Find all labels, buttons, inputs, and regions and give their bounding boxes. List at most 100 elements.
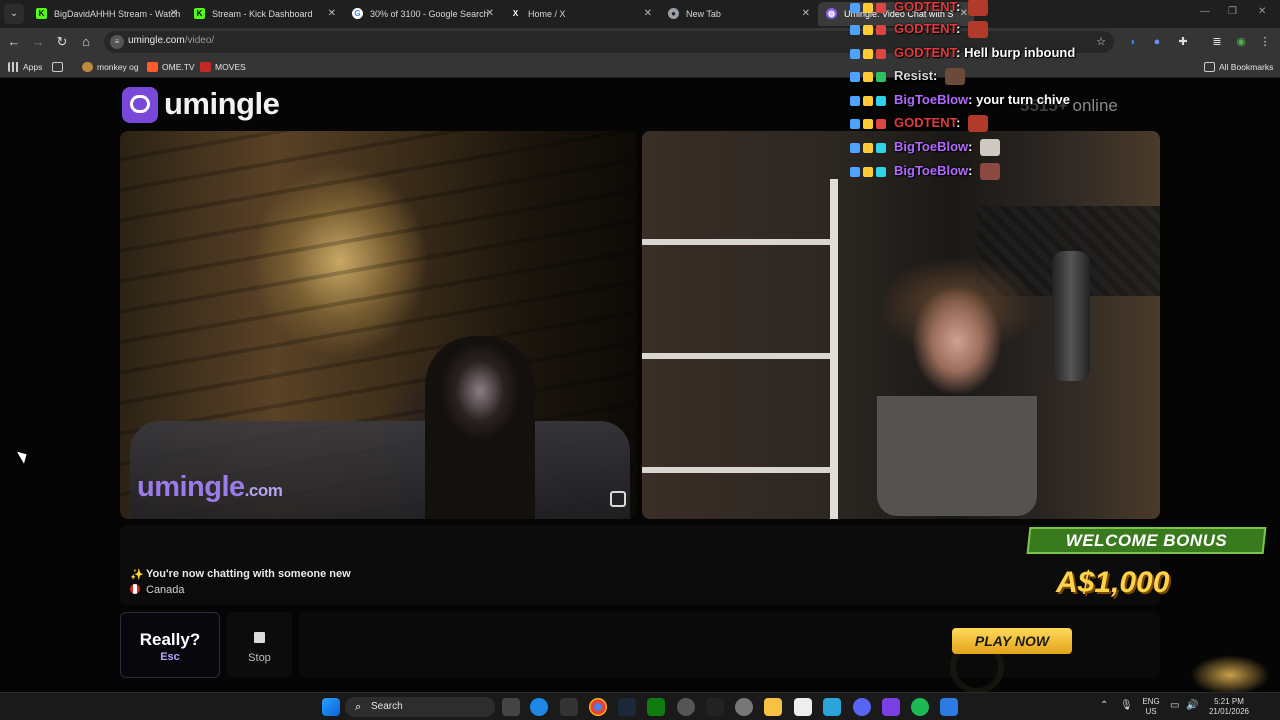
chat-emote-icon — [980, 163, 1001, 181]
status-new-chat: ✨ You're now chatting with someone new — [130, 568, 351, 581]
url-text[interactable]: umingle.com/video/ — [128, 35, 214, 46]
network-icon[interactable]: ▭ — [1170, 701, 1179, 711]
windows-start-icon[interactable] — [322, 698, 340, 716]
close-tab-icon[interactable]: ✕ — [170, 2, 178, 26]
chat-emote-icon — [944, 68, 965, 86]
all-bookmarks-button[interactable]: All Bookmarks — [1204, 60, 1273, 74]
close-tab-icon[interactable]: ✕ — [644, 2, 652, 26]
casino-ad-overlay[interactable]: WELCOME BONUS A$1,000 PLAY NOW — [940, 525, 1280, 695]
taskbar-search[interactable]: ⌕ Search — [345, 697, 495, 717]
profile-avatar-icon[interactable]: ◉ — [1234, 35, 1248, 49]
bookmark-grid[interactable] — [52, 60, 67, 74]
chat-username[interactable]: BigToeBlow — [894, 92, 968, 107]
tab-bigdavid-stream[interactable]: K BigDavidAHHH Stream - Watch ✕ — [28, 2, 184, 26]
bookmark-moves[interactable]: MOVES — [200, 60, 246, 74]
windows-taskbar: ⌕ Search ⌃ 🎙 ENG US ▭ 🔊 5:21 PM 21/01/2026 — [0, 692, 1280, 720]
site-info-icon[interactable]: ≡ — [110, 35, 124, 49]
chat-message: GODTENT: — [850, 20, 989, 39]
edge-icon[interactable] — [530, 698, 548, 716]
chat-badges-icon — [850, 166, 890, 178]
chat-message: GODTENT: Hell burp inbound — [850, 44, 1075, 62]
app-icon[interactable] — [823, 698, 841, 716]
media-controls-icon[interactable]: ≣ — [1210, 35, 1224, 49]
spotify-icon[interactable] — [911, 698, 929, 716]
chat-badges-icon — [850, 2, 890, 14]
bookmark-ome-tv[interactable]: OME.TV — [147, 60, 195, 74]
chat-username[interactable]: GODTENT — [894, 45, 956, 60]
xbox-icon[interactable] — [647, 698, 665, 716]
tab-x-home[interactable]: X Home / X ✕ — [502, 2, 658, 26]
stop-button[interactable]: Stop — [227, 612, 292, 678]
grid-icon — [52, 62, 63, 72]
canada-flag-icon — [130, 584, 140, 594]
tab-google-search[interactable]: G 30% of 3100 - Google Search ✕ — [344, 2, 500, 26]
close-window-icon[interactable]: ✕ — [1258, 6, 1266, 17]
chat-message: GODTENT: — [850, 0, 989, 17]
minimize-icon[interactable]: — — [1200, 6, 1210, 17]
tab-title: Stream - Kick Dashboard — [212, 9, 313, 19]
chat-message: Resist: — [850, 67, 965, 86]
chat-username[interactable]: GODTENT — [894, 115, 956, 130]
next-really-button[interactable]: Really? Esc — [120, 612, 220, 678]
app-icon[interactable] — [794, 698, 812, 716]
app-icon[interactable] — [882, 698, 900, 716]
extension-icon[interactable]: ◗ — [1126, 35, 1140, 49]
extension-icon[interactable]: ● — [1150, 35, 1164, 49]
task-view-icon[interactable] — [502, 698, 520, 716]
kick-icon: K — [36, 8, 47, 19]
x-logo-icon: X — [512, 9, 519, 18]
discord-icon[interactable] — [853, 698, 871, 716]
close-tab-icon[interactable]: ✕ — [328, 2, 336, 26]
tab-new-tab[interactable]: ● New Tab ✕ — [660, 2, 816, 26]
ome-tv-icon — [147, 62, 158, 72]
ad-headline: WELCOME BONUS — [1026, 527, 1267, 554]
chat-username[interactable]: BigToeBlow — [894, 139, 968, 154]
clock[interactable]: 5:21 PM 21/01/2026 — [1203, 697, 1255, 717]
chat-badges-icon — [850, 48, 890, 60]
volume-icon[interactable]: 🔊 — [1186, 701, 1198, 711]
tray-overflow-icon[interactable]: ⌃ — [1100, 701, 1108, 711]
report-flag-icon[interactable] — [610, 491, 626, 507]
epic-games-icon[interactable] — [706, 698, 724, 716]
self-video — [642, 131, 1160, 519]
tab-kick-dashboard[interactable]: K Stream - Kick Dashboard ✕ — [186, 2, 342, 26]
bookmark-star-icon[interactable]: ☆ — [1094, 35, 1108, 49]
chat-username[interactable]: Resist — [894, 68, 933, 83]
bookmark-apps[interactable]: Apps — [8, 60, 42, 74]
file-explorer-icon[interactable] — [764, 698, 782, 716]
chrome-icon: ● — [668, 8, 679, 19]
close-tab-icon[interactable]: ✕ — [486, 2, 494, 26]
app-icon[interactable] — [560, 698, 578, 716]
chat-badges-icon — [850, 142, 890, 154]
chrome-icon[interactable] — [589, 698, 607, 716]
steam-icon[interactable] — [618, 698, 636, 716]
chat-emote-icon — [968, 21, 989, 39]
chat-message-text: Hell burp inbound — [964, 45, 1076, 60]
close-tab-icon[interactable]: ✕ — [802, 2, 810, 26]
tab-search-button[interactable]: ⌄ — [4, 4, 24, 24]
microphone-icon[interactable]: 🎙 — [1120, 701, 1133, 711]
settings-gear-icon[interactable] — [735, 698, 753, 716]
bookmark-monkey-og[interactable]: monkey og — [82, 60, 139, 74]
umingle-watermark: umingle.com — [137, 471, 283, 503]
tab-title: New Tab — [686, 9, 721, 19]
app-icon[interactable] — [940, 698, 958, 716]
chat-message: BigToeBlow: — [850, 162, 1001, 181]
language-indicator[interactable]: ENG US — [1140, 697, 1162, 717]
app-icon[interactable] — [677, 698, 695, 716]
chat-username[interactable]: BigToeBlow — [894, 163, 968, 178]
maximize-icon[interactable]: ❐ — [1228, 6, 1237, 17]
menu-kebab-icon[interactable]: ⋮ — [1258, 35, 1272, 49]
home-icon[interactable]: ⌂ — [78, 34, 94, 50]
extensions-puzzle-icon[interactable]: ✚ — [1176, 35, 1190, 49]
reload-icon[interactable]: ↻ — [54, 34, 70, 50]
ad-play-now-button[interactable]: PLAY NOW — [952, 628, 1072, 654]
kick-icon: K — [194, 8, 205, 19]
monkey-icon — [82, 62, 93, 72]
chat-badges-icon — [850, 24, 890, 36]
chat-username[interactable]: GODTENT — [894, 21, 956, 36]
back-icon[interactable]: ← — [6, 34, 22, 50]
chat-username[interactable]: GODTENT — [894, 0, 956, 14]
chat-message: GODTENT: — [850, 114, 989, 133]
forward-icon[interactable]: → — [30, 34, 46, 50]
